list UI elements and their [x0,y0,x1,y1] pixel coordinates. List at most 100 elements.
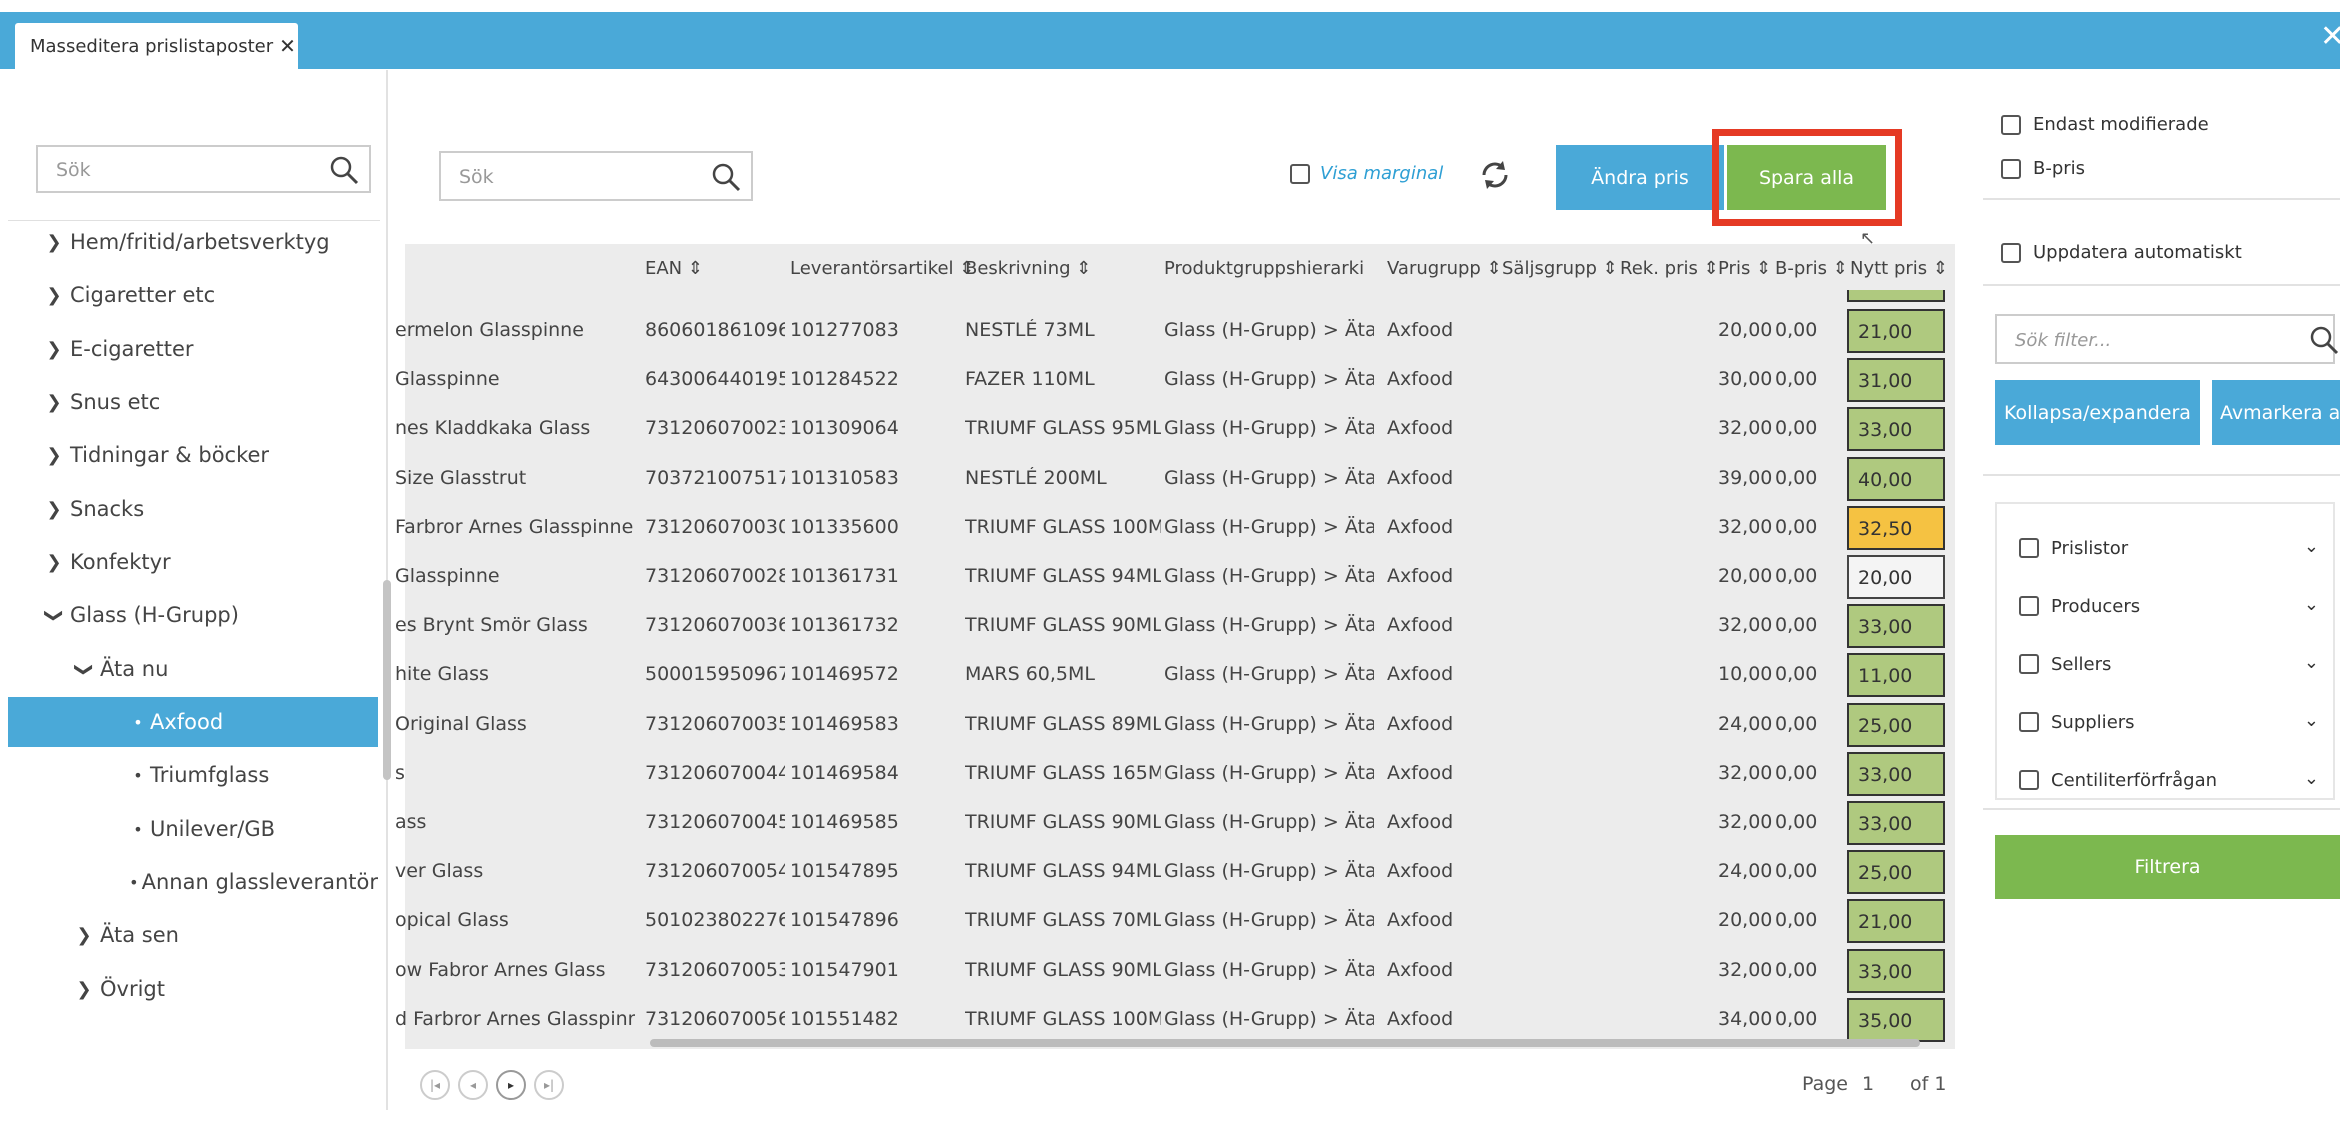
chevron-down-icon[interactable]: ⌄ [2304,768,2319,789]
nytt-pris-input[interactable]: 33,00 [1847,604,1945,649]
nytt-pris-input[interactable]: 32,50 [1847,505,1945,550]
col-header-beskrivning[interactable]: Beskrivning ⇕ [965,258,1091,279]
col-header-ean[interactable]: EAN ⇕ [645,258,703,279]
uppdatera-toggle[interactable]: Uppdatera automatiskt [2001,242,2242,263]
nytt-pris-input[interactable]: 25,00 [1847,850,1945,895]
filter-checkbox[interactable] [2019,596,2039,616]
kollapsa-expandera-button[interactable]: Kollapsa/expandera [1995,380,2200,445]
b-pris-checkbox[interactable] [2001,158,2021,179]
tree-item[interactable]: ❯ Hem/fritid/arbetsverktyg [38,217,378,267]
nytt-pris-input[interactable]: 20,00 [1847,555,1945,599]
tree-search-input[interactable]: Sök [36,145,371,193]
filter-search-input[interactable]: Sök filter... [1995,314,2339,364]
chevron-right-icon[interactable]: ❯ [68,979,100,1000]
page-number-input[interactable]: 1 [1862,1073,1874,1095]
col-header-varugrupp[interactable]: Varugrupp ⇕ [1387,258,1502,279]
uppdatera-checkbox[interactable] [2001,242,2021,263]
filter-prislistor[interactable]: Prislistor ⌄ [2019,528,2319,568]
nytt-pris-input[interactable]: 21,00 [1847,899,1945,944]
window-close-icon[interactable]: ✕ [2320,22,2340,52]
tree-item[interactable]: ❯ Tidningar & böcker [38,430,378,480]
tree-item[interactable]: ❯ Snus etc [38,377,378,427]
table-row[interactable]: Glasspinne 6430064401958101284522 FAZER 11… [395,355,1955,404]
avmarkera-alla-button[interactable]: Avmarkera alla [2212,380,2340,445]
table-row[interactable]: d Farbror Arnes Glasspinne 73120607005651… [395,995,1955,1044]
chevron-right-icon[interactable]: ❯ [38,552,70,573]
tree-item-ata-nu[interactable]: ❯ Äta nu [68,644,378,694]
nytt-pris-input[interactable]: 31,00 [1847,358,1945,403]
nytt-pris-input[interactable]: 11,00 [1847,653,1945,698]
nytt-pris-input[interactable]: 33,00 [1847,801,1945,845]
table-row[interactable]: Original Glass 7312060700350101469583 TRIU… [395,700,1955,749]
tree-item[interactable]: ❯ Snacks [38,484,378,534]
prev-page-button[interactable]: ◂ [458,1070,488,1100]
chevron-down-icon[interactable]: ❯ [44,599,65,631]
filter-sellers[interactable]: Sellers ⌄ [2019,644,2319,684]
table-row[interactable]: hite Glass 5000159509671101469572 MARS 60,… [395,650,1955,699]
filter-producers[interactable]: Producers ⌄ [2019,586,2319,626]
table-row[interactable]: ermelon Glasspinne 8606018610969101277083… [395,306,1955,355]
visa-marginal-checkbox[interactable] [1290,163,1310,184]
tree-item-axfood-selected[interactable]: • Axfood [8,697,378,747]
table-row[interactable]: ow Fabror Arnes Glass 7312060700534101547… [395,946,1955,995]
table-row[interactable]: opical Glass 5010238022762101547896 TRIUMF… [395,896,1955,945]
grid-search-input[interactable]: Sök [439,151,753,201]
tree-item-glass[interactable]: ❯ Glass (H-Grupp) [38,590,378,640]
tab-close-icon[interactable]: ✕ [279,34,296,58]
tree-item[interactable]: ❯ E-cigaretter [38,324,378,374]
chevron-right-icon[interactable]: ❯ [68,925,100,946]
nytt-pris-input[interactable]: 33,00 [1847,407,1945,452]
nytt-pris-input[interactable]: 33,00 [1847,948,1945,993]
chevron-right-icon[interactable]: ❯ [38,499,70,520]
chevron-down-icon[interactable]: ⌄ [2304,594,2319,615]
b-pris-toggle[interactable]: B-pris [2001,158,2085,179]
chevron-right-icon[interactable]: ❯ [38,339,70,360]
filter-centiliterforfragan[interactable]: Centiliterförfrågan ⌄ [2019,760,2319,800]
tree-scrollbar[interactable] [383,580,391,780]
tab-masseditera[interactable]: Masseditera prislistaposter ✕ [15,23,298,69]
search-icon[interactable] [711,162,741,196]
first-page-button[interactable]: |◂ [420,1070,450,1100]
table-row[interactable]: Glasspinne 7312060700282101361731 TRIUMF G… [395,552,1955,601]
grid-horizontal-scrollbar[interactable] [650,1039,1920,1047]
col-header-saljsgrupp[interactable]: Säljsgrupp ⇕ [1502,258,1618,279]
next-page-button[interactable]: ▸ [496,1070,526,1100]
table-row[interactable]: ass 7312060700459101469585 TRIUMF GLASS 90… [395,798,1955,847]
filter-checkbox[interactable] [2019,770,2039,790]
nytt-pris-input[interactable]: 40,00 [1847,456,1945,501]
chevron-right-icon[interactable]: ❯ [38,232,70,253]
table-row[interactable]: es Brynt Smör Glass 731206070036710136173… [395,601,1955,650]
nytt-pris-cell-partial[interactable] [1847,290,1945,302]
tree-item[interactable]: • Annan glassleverantör [126,857,378,907]
col-header-rek-pris[interactable]: Rek. pris ⇕ [1620,258,1719,279]
chevron-down-icon[interactable]: ❯ [74,653,95,685]
search-icon[interactable] [329,155,359,189]
endast-modifierade-checkbox[interactable] [2001,114,2021,135]
chevron-right-icon[interactable]: ❯ [38,445,70,466]
filtrera-button[interactable]: Filtrera [1995,835,2340,899]
table-row[interactable]: ver Glass 7312060700541101547895 TRIUMF GL… [395,847,1955,896]
chevron-right-icon[interactable]: ❯ [38,285,70,306]
chevron-down-icon[interactable]: ⌄ [2304,710,2319,731]
last-page-button[interactable]: ▸| [534,1070,564,1100]
col-header-b-pris[interactable]: B-pris ⇕ [1775,258,1848,279]
nytt-pris-input[interactable]: 33,00 [1847,751,1945,796]
table-row[interactable]: nes Kladdkaka Glass 731206070023710130906… [395,404,1955,453]
col-header-leverantorsartikel[interactable]: Leverantörsartikel ⇕ [790,258,974,279]
filter-checkbox[interactable] [2019,538,2039,558]
col-header-nytt-pris[interactable]: Nytt pris ⇕ [1850,258,1948,279]
chevron-down-icon[interactable]: ⌄ [2304,652,2319,673]
filter-suppliers[interactable]: Suppliers ⌄ [2019,702,2319,742]
chevron-down-icon[interactable]: ⌄ [2304,536,2319,557]
tree-item[interactable]: ❯ Konfektyr [38,537,378,587]
refresh-icon[interactable] [1478,158,1512,201]
nytt-pris-input[interactable]: 21,00 [1847,309,1945,353]
filter-checkbox[interactable] [2019,654,2039,674]
nytt-pris-input[interactable]: 25,00 [1847,702,1945,747]
table-row[interactable]: s 7312060700442101469584 TRIUMF GLASS 165M… [395,749,1955,798]
tree-item[interactable]: • Triumfglass [126,750,378,800]
col-header-pris[interactable]: Pris ⇕ [1718,258,1771,279]
nytt-pris-input[interactable]: 35,00 [1847,997,1945,1042]
endast-modifierade-toggle[interactable]: Endast modifierade [2001,114,2209,135]
tree-item[interactable]: ❯ Cigaretter etc [38,270,378,320]
